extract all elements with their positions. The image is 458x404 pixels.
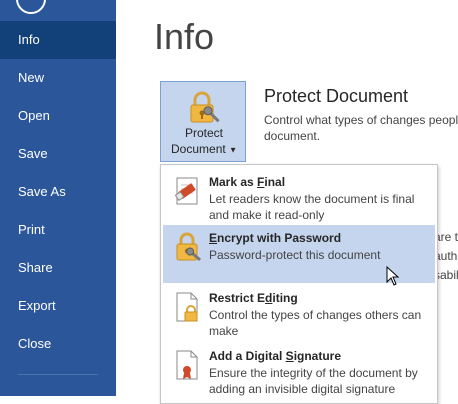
sidebar-item-print[interactable]: Print xyxy=(0,211,116,249)
lock-key-icon xyxy=(176,232,202,262)
protect-section-description: Control what types of changes peopl docu… xyxy=(264,113,458,143)
protect-section-title: Protect Document xyxy=(264,86,409,106)
menu-item-description: Let readers know the document is final a… xyxy=(209,192,415,222)
sidebar-item-save[interactable]: Save xyxy=(0,135,116,173)
menu-item-add-digital-signature[interactable]: Add a Digital Signature Ensure the integ… xyxy=(163,343,435,403)
menu-item-title: Encrypt with Password xyxy=(209,231,342,245)
menu-item-description: Control the types of changes others can … xyxy=(209,308,422,338)
page-title: Info xyxy=(154,16,215,57)
sidebar-divider xyxy=(18,374,98,375)
menu-item-title: Mark as Final xyxy=(209,175,286,189)
mouse-pointer-icon xyxy=(386,266,400,286)
menu-item-mark-as-final[interactable]: Mark as Final Let readers know the docum… xyxy=(163,169,435,225)
protect-document-button[interactable]: Protect Document ▼ xyxy=(160,81,246,162)
sidebar-item-info[interactable]: Info xyxy=(0,21,116,59)
sidebar-item-close[interactable]: Close xyxy=(0,325,116,363)
digital-signature-icon xyxy=(176,350,198,380)
info-panel: Info Protect Document ▼ Protect Document… xyxy=(116,0,458,404)
back-arrow-icon[interactable] xyxy=(16,0,46,14)
protect-button-label-line2: Document ▼ xyxy=(171,142,237,156)
restrict-editing-icon xyxy=(176,292,198,322)
menu-item-title: Restrict Editing xyxy=(209,291,298,305)
sidebar-item-new[interactable]: New xyxy=(0,59,116,97)
sidebar-item-export[interactable]: Export xyxy=(0,287,116,325)
menu-item-restrict-editing[interactable]: Restrict Editing Control the types of ch… xyxy=(163,285,435,341)
sidebar-item-share[interactable]: Share xyxy=(0,249,116,287)
menu-item-description: Password-protect this document xyxy=(209,248,381,262)
backstage-sidebar: Info New Open Save Save As Print Share E… xyxy=(0,0,116,396)
protect-button-label-line1: Protect xyxy=(184,126,223,140)
menu-item-title: Add a Digital Signature xyxy=(209,349,342,363)
sidebar-item-save-as[interactable]: Save As xyxy=(0,173,116,211)
sidebar-item-open[interactable]: Open xyxy=(0,97,116,135)
menu-item-description: Ensure the integrity of the document by … xyxy=(209,366,418,396)
dropdown-caret-icon: ▼ xyxy=(229,145,237,155)
lock-key-icon xyxy=(190,91,220,123)
mark-final-icon xyxy=(174,177,198,205)
